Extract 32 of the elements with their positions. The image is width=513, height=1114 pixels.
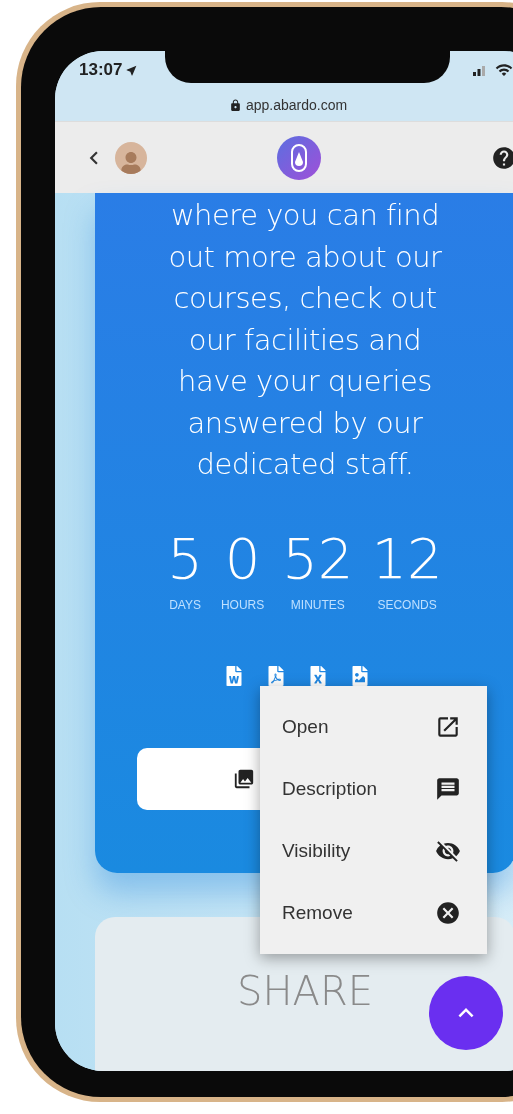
url-text[interactable]: app.abardo.com [245, 94, 348, 116]
countdown-value: 0 [224, 529, 261, 588]
word-file-icon[interactable] [225, 665, 243, 686]
menu-item[interactable]: Description [260, 758, 487, 820]
menu-item[interactable]: Open [260, 696, 487, 758]
menu-item[interactable]: Visibility [260, 820, 487, 882]
countdown-label: HOURS [220, 596, 265, 614]
external-link-icon [435, 714, 461, 740]
eye-off-icon [435, 838, 461, 864]
spreadsheet-file-icon[interactable] [309, 665, 327, 686]
countdown-value: 5 [167, 529, 203, 588]
person-silhouette-icon [120, 151, 142, 174]
countdown-value: 52 [282, 529, 354, 588]
app-logo[interactable] [277, 135, 321, 180]
gallery-icon [233, 767, 255, 790]
countdown-value: 12 [371, 529, 443, 588]
countdown-label: SECONDS [377, 596, 437, 614]
pdf-file-icon[interactable] [267, 665, 285, 686]
wifi-icon [495, 61, 513, 79]
status-time: 13:07 [79, 59, 123, 82]
lock-icon [228, 98, 242, 112]
image-file-icon[interactable] [351, 665, 369, 686]
event-description: where you can find out more about our courses, check out our facilities and have your queries answered by our dedicated staff. [167, 197, 443, 483]
menu-item[interactable]: Remove [260, 882, 487, 944]
share-title: SHARE [237, 969, 373, 1016]
message-icon [435, 776, 461, 802]
countdown-label: MINUTES [290, 596, 345, 614]
location-arrow-icon [125, 63, 139, 77]
help-icon[interactable] [491, 144, 513, 171]
countdown-label: DAYS [169, 596, 201, 614]
avatar[interactable] [115, 141, 147, 174]
drop-logo-icon [290, 143, 308, 172]
